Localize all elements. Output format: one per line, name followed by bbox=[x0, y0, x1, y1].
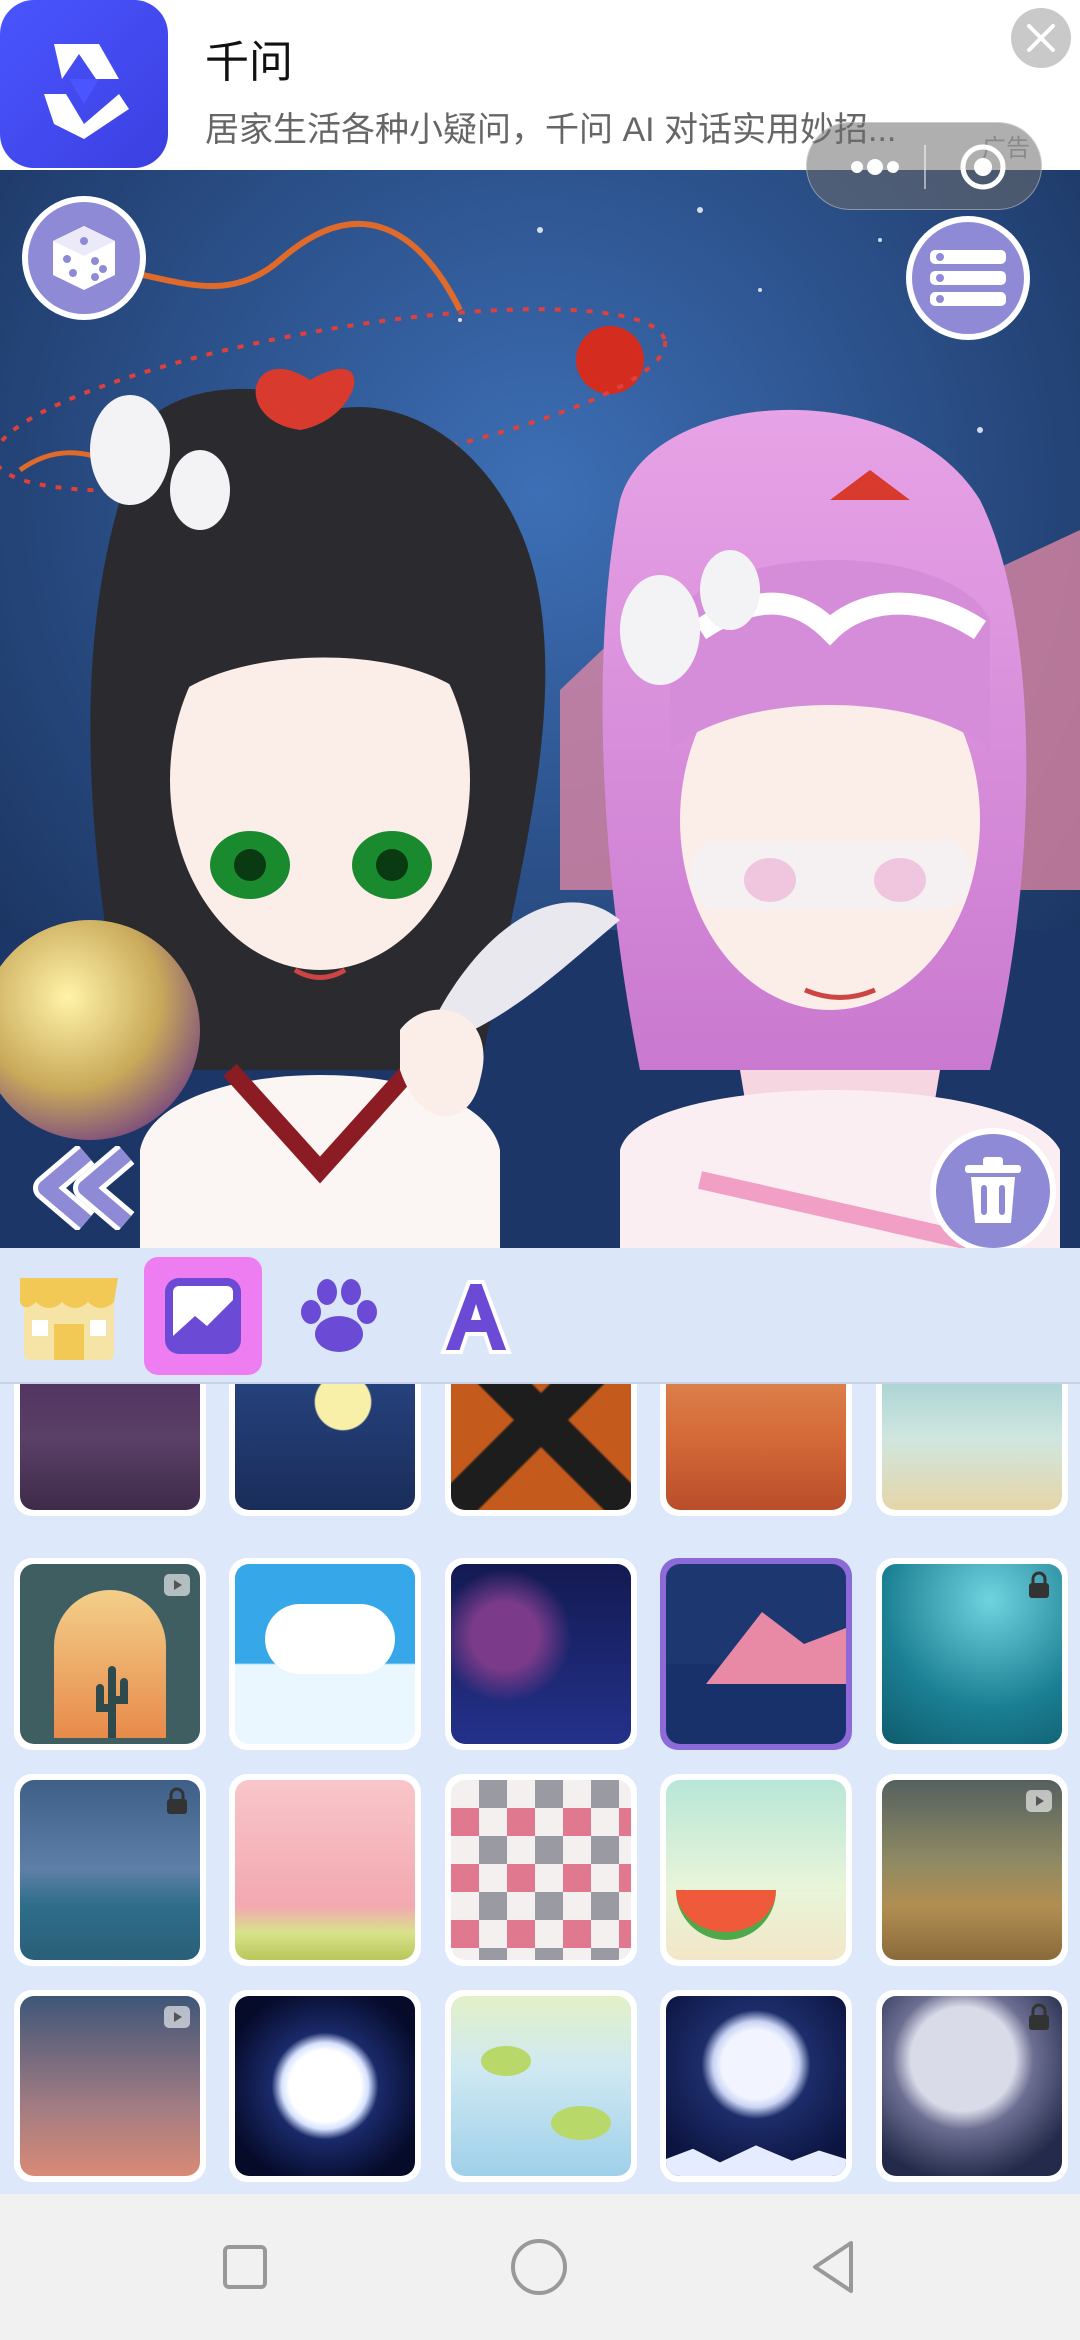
video-badge-icon bbox=[164, 2006, 190, 2028]
recent-apps-button[interactable] bbox=[212, 2234, 278, 2300]
background-tile-dark-cross[interactable] bbox=[445, 1384, 637, 1516]
menu-button[interactable] bbox=[906, 216, 1030, 340]
qianwen-logo-icon[interactable] bbox=[0, 0, 168, 168]
background-tile-lily-pond[interactable] bbox=[445, 1990, 637, 2182]
image-icon bbox=[165, 1278, 241, 1354]
system-navbar bbox=[0, 2194, 1080, 2340]
square-icon bbox=[223, 2245, 267, 2289]
background-tile-sakura[interactable] bbox=[229, 1774, 421, 1966]
capsule-divider bbox=[924, 145, 926, 189]
lock-icon bbox=[167, 1787, 187, 1814]
category-toolbar bbox=[0, 1248, 1080, 1384]
background-tile-full-moon[interactable] bbox=[229, 1990, 421, 2182]
tab-pet[interactable] bbox=[280, 1257, 398, 1375]
circle-icon bbox=[511, 2239, 567, 2295]
canvas-artwork bbox=[0, 170, 1080, 1248]
ad-title[interactable]: 千问 bbox=[205, 26, 293, 90]
background-tile-night-bridge[interactable] bbox=[445, 1558, 637, 1750]
background-tile-moon-ice[interactable] bbox=[660, 1990, 852, 2182]
letter-a-icon bbox=[440, 1280, 512, 1354]
background-tile-moon-stars[interactable] bbox=[876, 1990, 1068, 2182]
background-tile-neon-city[interactable] bbox=[14, 1384, 206, 1516]
close-icon[interactable] bbox=[1011, 8, 1071, 68]
shop-icon bbox=[20, 1278, 118, 1360]
background-tile-underwater[interactable] bbox=[876, 1558, 1068, 1750]
miniprogram-capsule bbox=[806, 122, 1042, 210]
more-dots-icon[interactable] bbox=[845, 143, 905, 191]
lock-icon bbox=[1029, 1571, 1049, 1598]
background-tile-dreamy-tree[interactable] bbox=[876, 1384, 1068, 1516]
back-nav-button[interactable] bbox=[800, 2234, 866, 2300]
video-badge-icon bbox=[164, 1574, 190, 1596]
dice-icon bbox=[53, 226, 115, 290]
delete-button[interactable] bbox=[930, 1128, 1056, 1248]
lock-icon bbox=[1029, 2003, 1049, 2030]
character-canvas[interactable] bbox=[0, 170, 1080, 1248]
trash-icon bbox=[965, 1157, 1021, 1223]
back-button[interactable] bbox=[26, 1144, 146, 1232]
background-grid bbox=[0, 1384, 1080, 2194]
background-tile-watermelon[interactable] bbox=[660, 1774, 852, 1966]
home-button[interactable] bbox=[506, 2234, 572, 2300]
background-tile-desert-dunes[interactable] bbox=[876, 1774, 1068, 1966]
background-tile-desert-sunset-birds[interactable] bbox=[660, 1384, 852, 1516]
ad-description[interactable]: 居家生活各种小疑问，千问 AI 对话实用妙招... bbox=[205, 102, 895, 151]
triangle-back-icon bbox=[813, 2241, 853, 2293]
tab-shop[interactable] bbox=[10, 1257, 128, 1375]
background-tile-clouds-sky[interactable] bbox=[229, 1558, 421, 1750]
list-icon bbox=[930, 250, 1006, 306]
background-tile-moon-city[interactable] bbox=[229, 1384, 421, 1516]
background-tile-sea-mountain[interactable] bbox=[660, 1558, 852, 1750]
double-chevron-left-icon bbox=[33, 1144, 135, 1232]
tab-background[interactable] bbox=[144, 1257, 262, 1375]
random-button[interactable] bbox=[22, 196, 146, 320]
background-tile-cactus-window[interactable] bbox=[14, 1558, 206, 1750]
target-icon[interactable] bbox=[959, 143, 1007, 191]
background-tile-argyle[interactable] bbox=[445, 1774, 637, 1966]
background-tile-dusk-gradient[interactable] bbox=[14, 1990, 206, 2182]
background-tile-cloudy-sea[interactable] bbox=[14, 1774, 206, 1966]
paw-icon bbox=[301, 1279, 377, 1352]
video-badge-icon bbox=[1026, 1790, 1052, 1812]
tab-text[interactable] bbox=[416, 1257, 534, 1375]
